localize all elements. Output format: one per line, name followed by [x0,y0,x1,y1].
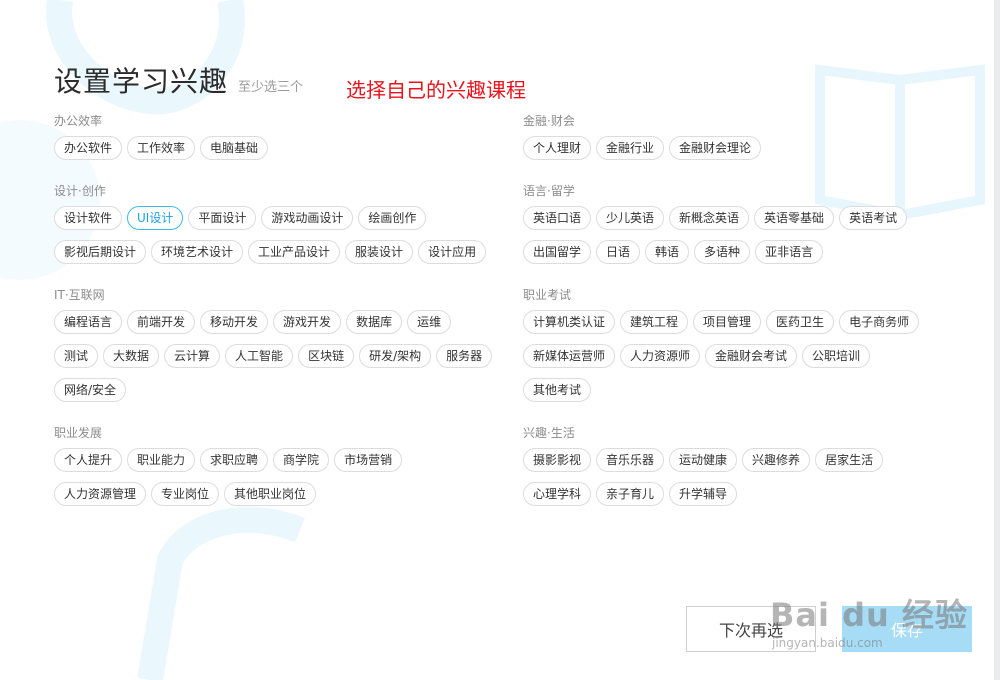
tag-list: 编程语言 前端开发 移动开发 游戏开发 数据库 运维测试 大数据 云计算 人工智能 区块链 研发/架… [54,310,494,402]
interest-tag[interactable]: 编程语言 [54,310,123,334]
tag-list: 办公软件 工作效率 电脑基础 [54,136,494,160]
interest-tag[interactable]: 服务器 [436,344,493,368]
section-title: 设计·创作 [54,184,106,198]
section-title: 办公效率 [54,114,103,128]
interest-tag[interactable]: 多语种 [694,240,751,264]
interest-section: 兴趣·生活摄影影视 音乐乐器 运动健康 兴趣修养 居家生活心理学科 亲子育儿 升学辅导 [523,424,943,506]
section-title: 职业考试 [523,288,572,302]
interest-tag[interactable]: 设计软件 [54,206,123,230]
interest-tag[interactable]: 前端开发 [127,310,196,334]
interest-tag[interactable]: 运动健康 [669,448,738,472]
interest-tag[interactable]: 韩语 [645,240,690,264]
interest-tag[interactable]: 求职应聘 [200,448,269,472]
interest-tag[interactable]: 居家生活 [815,448,884,472]
interest-tag[interactable]: 游戏动画设计 [261,206,354,230]
interest-tag[interactable]: 测试 [54,344,99,368]
interest-tag[interactable]: 音乐乐器 [596,448,665,472]
interest-tag[interactable]: 英语考试 [839,206,908,230]
interest-tag[interactable]: 心理学科 [523,482,592,506]
page-subtitle: 至少选三个 [238,80,304,95]
interest-tag[interactable]: 亚非语言 [755,240,824,264]
tag-list: 摄影影视 音乐乐器 运动健康 兴趣修养 居家生活心理学科 亲子育儿 升学辅导 [523,448,943,506]
tag-list: 个人提升 职业能力 求职应聘 商学院 市场营销人力资源管理 专业岗位 其他职业岗位 [54,448,494,506]
interest-tag[interactable]: 升学辅导 [669,482,738,506]
interest-tag[interactable]: 金融行业 [596,136,665,160]
interest-tag[interactable]: 医药卫生 [766,310,835,334]
interest-tag[interactable]: 新概念英语 [669,206,750,230]
interest-tag[interactable]: 职业能力 [127,448,196,472]
interest-tag[interactable]: 人工智能 [225,344,294,368]
interest-tag[interactable]: 设计应用 [418,240,487,264]
tag-list: 设计软件 UI设计 平面设计 游戏动画设计 绘画创作影视后期设计 环境艺术设计 工业产品设计… [54,206,494,264]
interest-section: 设计·创作设计软件 UI设计 平面设计 游戏动画设计 绘画创作影视后期设计 环境艺术设计工… [54,182,494,264]
tag-list: 个人理财 金融行业 金融财会理论 [523,136,943,160]
next-time-button[interactable]: 下次再选 [686,606,816,652]
interest-tag[interactable]: 网络/安全 [54,378,127,402]
interest-tag[interactable]: 人力资源管理 [54,482,147,506]
interest-tag[interactable]: 工业产品设计 [248,240,341,264]
interest-tag[interactable]: 其他考试 [523,378,592,402]
interest-tag[interactable]: 新媒体运营师 [523,344,616,368]
interest-tag[interactable]: 游戏开发 [273,310,342,334]
interest-tag[interactable]: 亲子育儿 [596,482,665,506]
section-title: 语言·留学 [523,184,575,198]
dialog-edge [994,0,1000,680]
interest-tag[interactable]: 区块链 [298,344,355,368]
interest-section: 语言·留学英语口语 少儿英语 新概念英语 英语零基础 英语考试出国留学 日语 韩语 多语种 亚非… [523,182,943,264]
interest-tag[interactable]: 数据库 [346,310,403,334]
interest-section: 办公效率办公软件 工作效率 电脑基础 [54,112,494,160]
interest-tag[interactable]: 运维 [407,310,452,334]
interest-tag[interactable]: 摄影影视 [523,448,592,472]
section-title: IT·互联网 [54,288,105,302]
interest-tag[interactable]: 影视后期设计 [54,240,147,264]
interest-tag[interactable]: 公职培训 [802,344,871,368]
tag-list: 计算机类认证 建筑工程 项目管理 医药卫生 电子商务师新媒体运营师 人力资源师 金融财会考试… [523,310,943,402]
interest-tag[interactable]: 计算机类认证 [523,310,616,334]
interest-tag[interactable]: UI设计 [127,206,184,230]
section-title: 兴趣·生活 [523,426,575,440]
interest-tag[interactable]: 英语口语 [523,206,592,230]
interest-tag[interactable]: 商学院 [273,448,330,472]
interest-tag[interactable]: 绘画创作 [358,206,427,230]
annotation-text: 选择自己的兴趣课程 [346,78,526,102]
interest-tag[interactable]: 英语零基础 [754,206,835,230]
interest-tag[interactable]: 日语 [596,240,641,264]
interest-tag[interactable]: 研发/架构 [359,344,432,368]
interest-tag[interactable]: 环境艺术设计 [151,240,244,264]
left-column: 办公效率办公软件 工作效率 电脑基础设计·创作设计软件 UI设计 平面设计 游戏动画设计绘… [54,112,494,528]
interest-tag[interactable]: 平面设计 [188,206,257,230]
interest-tag[interactable]: 建筑工程 [620,310,689,334]
interest-tag[interactable]: 个人理财 [523,136,592,160]
interest-tag[interactable]: 兴趣修养 [742,448,811,472]
interest-tag[interactable]: 电子商务师 [839,310,920,334]
interest-tag[interactable]: 人力资源师 [620,344,701,368]
interest-tag[interactable]: 金融财会理论 [669,136,762,160]
interest-tag[interactable]: 个人提升 [54,448,123,472]
section-title: 金融·财会 [523,114,575,128]
interest-tag[interactable]: 专业岗位 [151,482,220,506]
interest-section: 职业发展个人提升 职业能力 求职应聘 商学院 市场营销人力资源管理 专业岗位 其他职业岗位 [54,424,494,506]
interest-tag[interactable]: 云计算 [164,344,221,368]
interest-section: 金融·财会个人理财 金融行业 金融财会理论 [523,112,943,160]
header: 设置学习兴趣 至少选三个 [54,60,303,100]
interest-tag[interactable]: 移动开发 [200,310,269,334]
interest-tag[interactable]: 市场营销 [334,448,403,472]
section-title: 职业发展 [54,426,103,440]
interest-tag[interactable]: 工作效率 [127,136,196,160]
interest-tag[interactable]: 少儿英语 [596,206,665,230]
interest-tag[interactable]: 大数据 [103,344,160,368]
interest-tag[interactable]: 服装设计 [345,240,414,264]
interest-tag[interactable]: 金融财会考试 [705,344,798,368]
interest-section: IT·互联网编程语言 前端开发 移动开发 游戏开发 数据库 运维测试 大数据 云计算 人工智能区… [54,286,494,402]
interest-section: 职业考试计算机类认证 建筑工程 项目管理 医药卫生 电子商务师新媒体运营师 人力资源师 金融… [523,286,943,402]
tag-list: 英语口语 少儿英语 新概念英语 英语零基础 英语考试出国留学 日语 韩语 多语种 亚非语言 [523,206,943,264]
page-title: 设置学习兴趣 [54,65,229,98]
save-button[interactable]: 保存 [842,606,972,652]
interest-tag[interactable]: 出国留学 [523,240,592,264]
interest-tag[interactable]: 办公软件 [54,136,123,160]
interest-tag[interactable]: 项目管理 [693,310,762,334]
interest-tag[interactable]: 其他职业岗位 [224,482,317,506]
interest-tag[interactable]: 电脑基础 [200,136,269,160]
right-column: 金融·财会个人理财 金融行业 金融财会理论语言·留学英语口语 少儿英语 新概念英语 英语零… [523,112,943,528]
